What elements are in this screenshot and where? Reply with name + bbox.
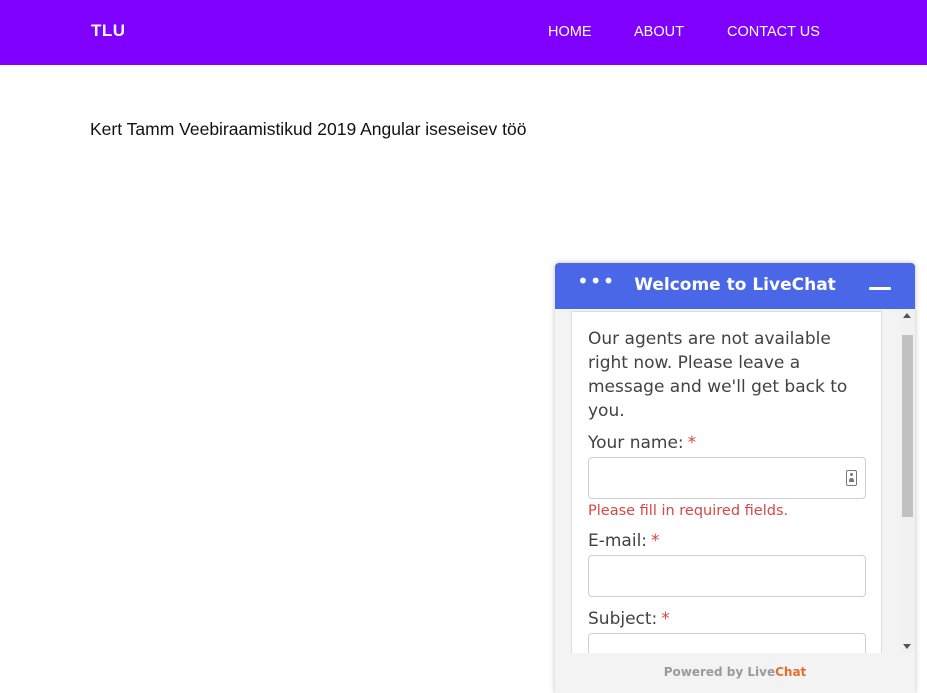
nav-contact-link[interactable]: CONTACT US [727,24,820,40]
top-navbar: TLU HOME ABOUT CONTACT US [0,0,927,65]
subject-input[interactable] [588,633,866,653]
chat-header: ••• Welcome to LiveChat [555,263,915,309]
subject-label-text: Subject: [588,609,658,629]
scrollbar-thumb[interactable] [902,335,913,517]
error-message: Please fill in required fields. [588,503,789,519]
required-mark: * [687,433,697,453]
required-mark: * [661,609,670,629]
nav-about-link[interactable]: ABOUT [634,24,684,40]
name-label-text: Your name: [588,433,684,453]
chat-scrollbar[interactable] [900,309,915,653]
scroll-up-arrow-icon[interactable] [903,313,911,318]
name-input[interactable] [588,457,866,499]
email-label-text: E-mail: [588,531,648,551]
footer-brand-live: Live [747,665,776,679]
livechat-widget: ••• Welcome to LiveChat Our agents are n… [555,263,915,693]
chat-form: Our agents are not available right now. … [571,311,882,653]
name-field-label: Your name: * [588,433,696,453]
scroll-down-arrow-icon[interactable] [903,644,911,649]
intro-text: Kert Tamm Veebiraamistikud 2019 Angular … [90,119,527,139]
email-input[interactable] [588,555,866,597]
subject-field-label: Subject: * [588,609,670,629]
brand-logo[interactable]: TLU [91,21,126,41]
contact-card-icon[interactable] [846,470,857,486]
powered-by-footer[interactable]: Powered by LiveChat [555,653,915,693]
footer-brand-chat: Chat [775,665,807,679]
chat-title: Welcome to LiveChat [634,275,836,295]
email-field-label: E-mail: * [588,531,660,551]
footer-prefix: Powered by [663,665,748,679]
nav-home-link[interactable]: HOME [548,24,592,40]
chat-message: Our agents are not available right now. … [588,329,848,421]
minimize-icon[interactable] [869,287,891,290]
required-mark: * [651,531,660,551]
